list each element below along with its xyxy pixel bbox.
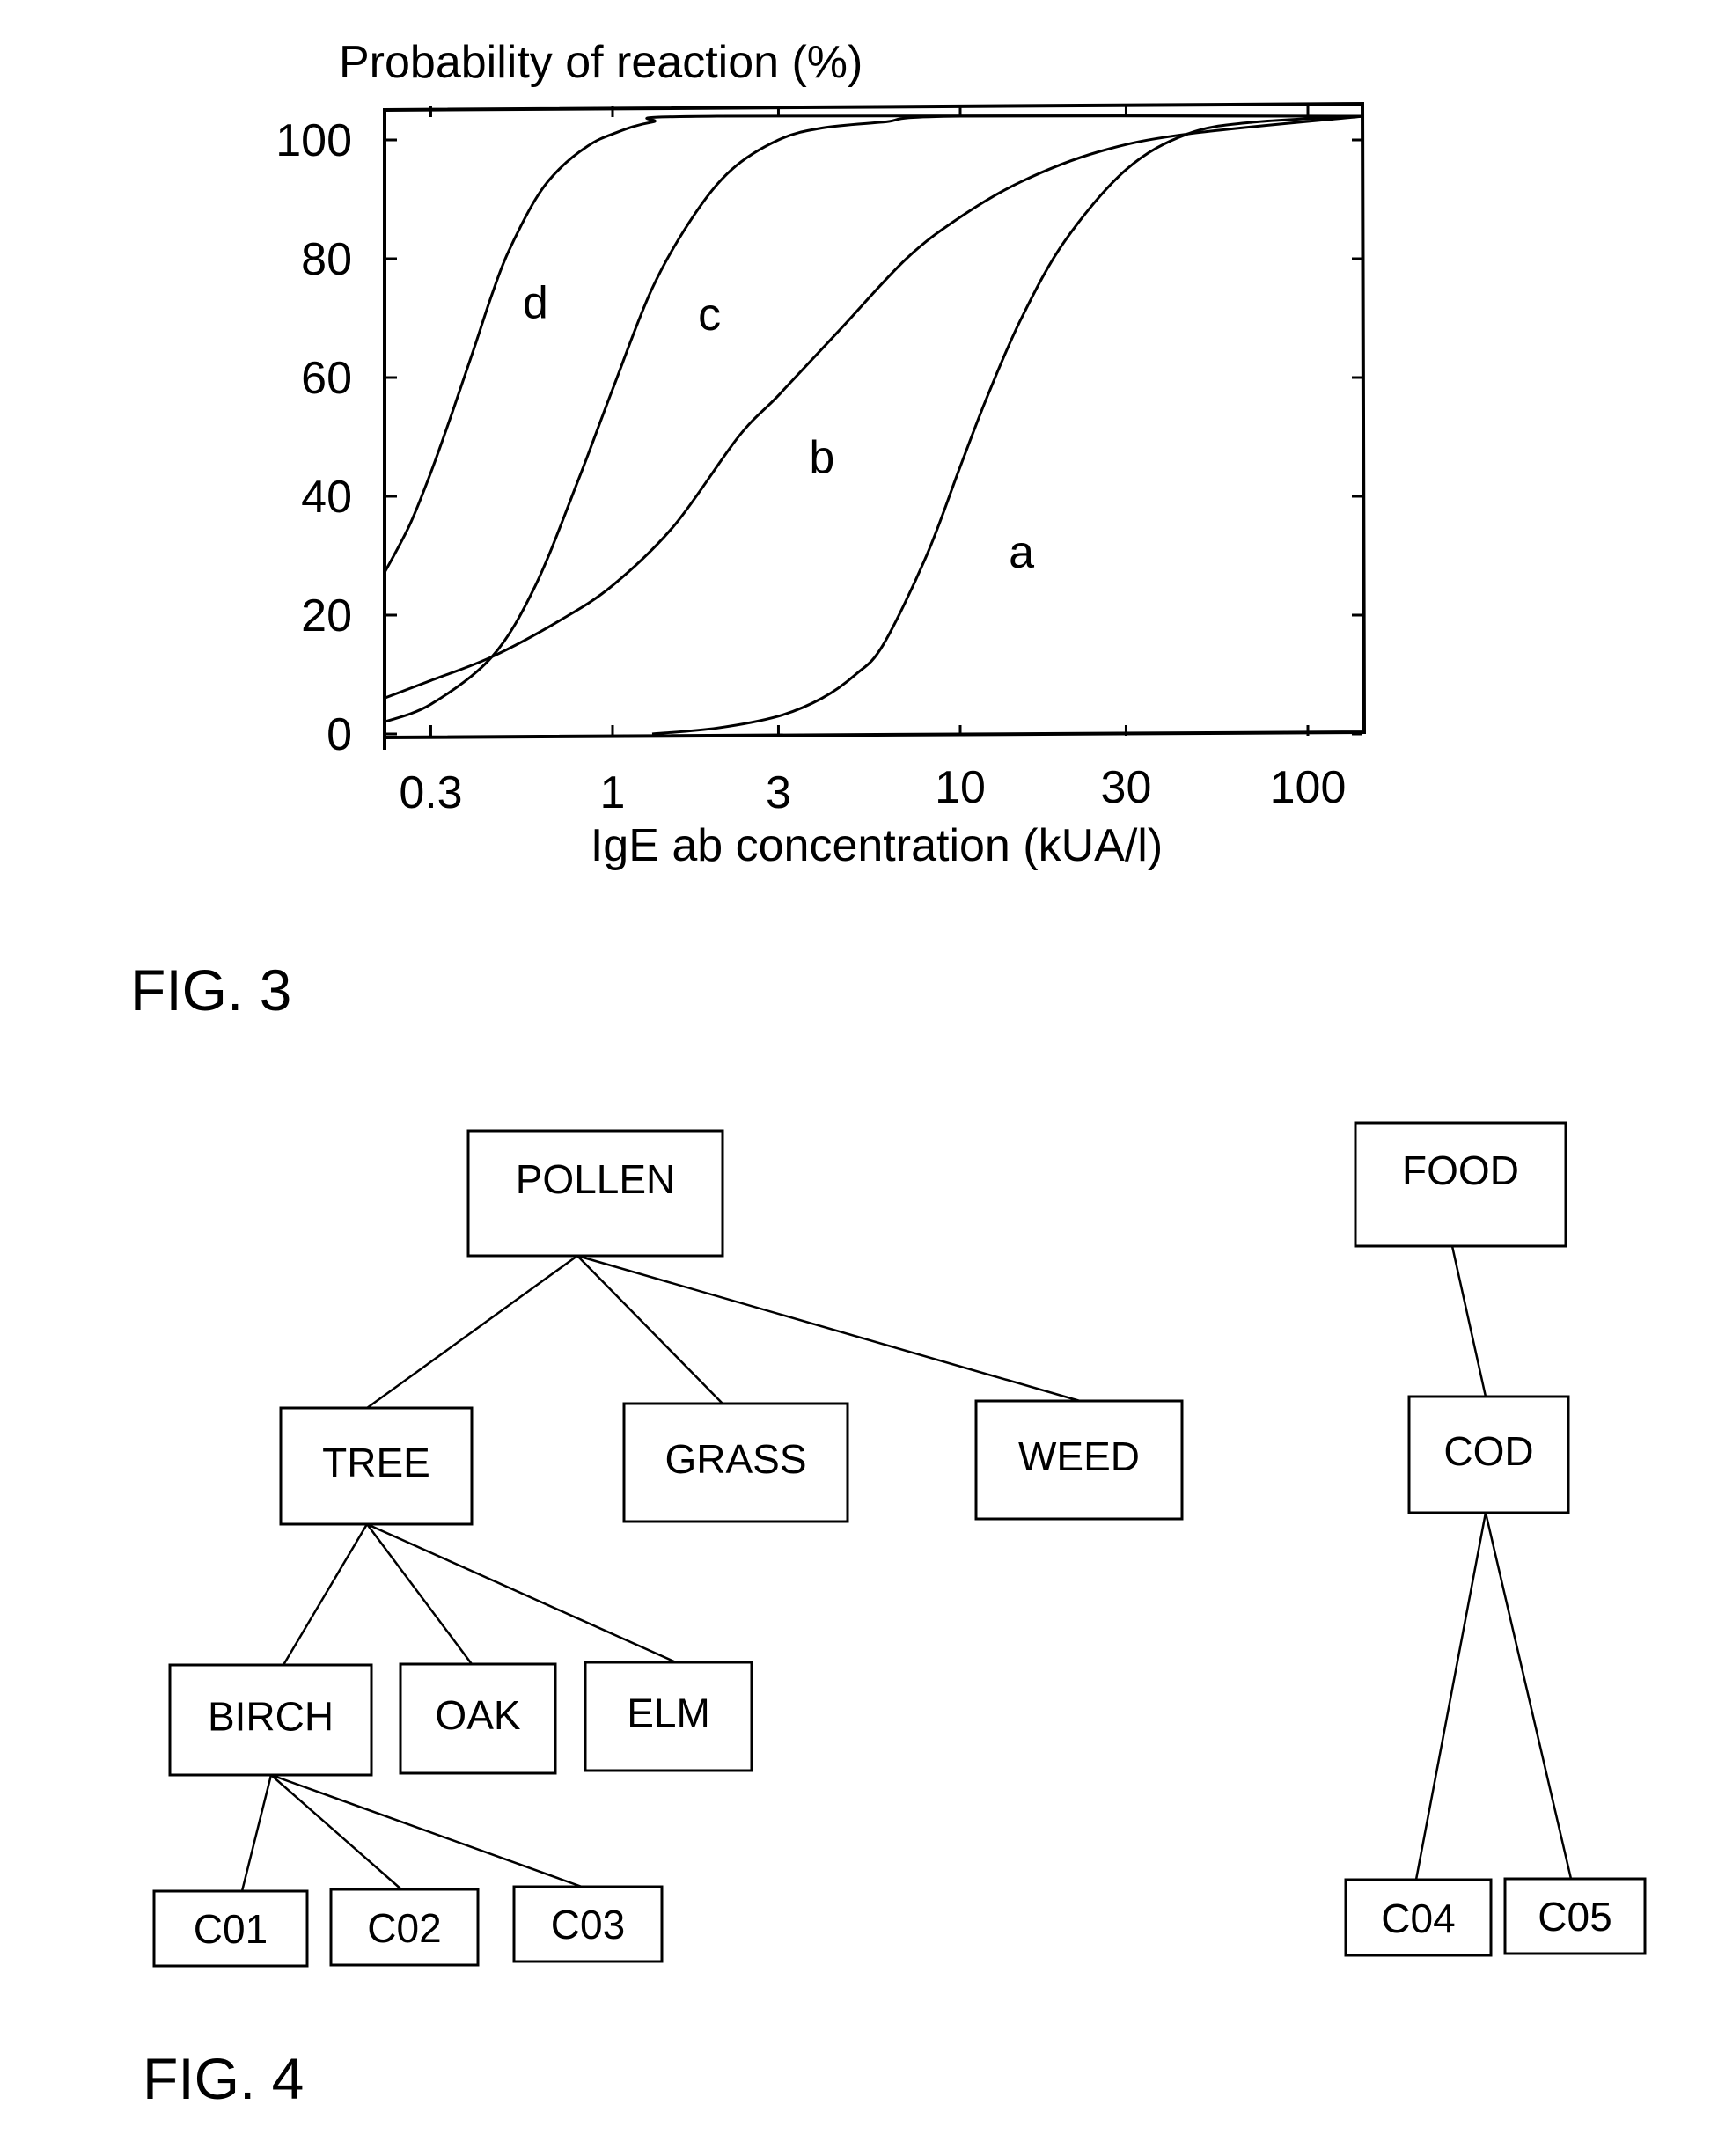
x-tick-label: 0.3	[399, 767, 462, 818]
curve-a	[651, 114, 1364, 736]
node-label: POLLEN	[516, 1156, 676, 1202]
curve-label-d: d	[523, 278, 548, 329]
node-label: C05	[1538, 1894, 1612, 1940]
node-label: COD	[1443, 1428, 1533, 1474]
edge-tree-elm	[366, 1522, 677, 1664]
y-tick-label: 100	[275, 115, 352, 166]
x-axis-ticks: 0.3 1 3 10 30 100	[399, 106, 1346, 818]
edge-tree-oak	[365, 1523, 474, 1665]
node-pollen: POLLEN	[466, 1129, 724, 1258]
x-tick-label: 3	[766, 767, 791, 818]
node-label: BIRCH	[208, 1694, 334, 1740]
node-grass: GRASS	[622, 1402, 849, 1523]
fig4-label: FIG. 4	[143, 2046, 304, 2111]
edge-cod-c05	[1484, 1512, 1573, 1880]
node-label: GRASS	[664, 1436, 806, 1482]
curve-label-c: c	[698, 290, 721, 341]
edge-pollen-weed	[576, 1254, 1081, 1403]
curves	[382, 114, 1364, 736]
edge-birch-c02	[270, 1774, 402, 1890]
node-c01: C01	[152, 1889, 309, 1968]
node-label: C03	[551, 1902, 625, 1947]
node-label: OAK	[435, 1692, 520, 1738]
edge-pollen-grass	[576, 1255, 723, 1404]
fig3-label: FIG. 3	[130, 957, 291, 1023]
curve-b	[383, 114, 1364, 700]
reaction-probability-chart: Probability of reaction (%) 020406080100…	[275, 37, 1367, 871]
y-tick-label: 20	[301, 590, 352, 642]
edge-birch-c01	[240, 1774, 273, 1892]
edge-pollen-tree	[366, 1254, 578, 1410]
node-label: C01	[194, 1906, 268, 1952]
figure-canvas: Probability of reaction (%) 020406080100…	[130, 37, 1647, 2111]
curve-label-a: a	[1009, 527, 1034, 578]
node-c03: C03	[512, 1885, 664, 1963]
node-c05: C05	[1503, 1877, 1647, 1955]
allergen-hierarchy-diagram: POLLEN TREE GRASS WEED BIRCH OAK ELM C01 C02 C03 F…	[152, 1121, 1647, 1968]
node-cod: COD	[1407, 1395, 1570, 1514]
node-c02: C02	[329, 1888, 480, 1967]
y-tick-label: 0	[327, 709, 352, 760]
x-tick-label: 30	[1101, 762, 1152, 813]
edge-birch-c03	[270, 1773, 583, 1888]
diagram-edges	[240, 1245, 1573, 1892]
node-food: FOOD	[1354, 1121, 1567, 1248]
edge-cod-c04	[1414, 1512, 1487, 1881]
node-label: ELM	[627, 1690, 710, 1736]
node-label: FOOD	[1402, 1148, 1519, 1193]
edge-tree-birch	[282, 1523, 369, 1666]
node-label: TREE	[322, 1440, 430, 1485]
diagram-nodes: POLLEN TREE GRASS WEED BIRCH OAK ELM C01 C02 C03 F…	[152, 1121, 1647, 1968]
node-label: C02	[367, 1905, 441, 1951]
x-tick-label: 1	[600, 767, 626, 818]
x-tick-label: 10	[935, 762, 986, 813]
y-tick-label: 40	[301, 472, 352, 523]
node-oak: OAK	[399, 1662, 557, 1775]
x-axis-title: IgE ab concentration (kUA/l)	[591, 820, 1163, 871]
node-elm: ELM	[584, 1661, 753, 1772]
node-label: WEED	[1018, 1434, 1140, 1479]
edge-food-cod	[1450, 1245, 1487, 1397]
y-tick-label: 60	[301, 353, 352, 404]
curve-label-b: b	[809, 432, 834, 483]
chart-title: Probability of reaction (%)	[339, 37, 863, 88]
curve-d	[382, 114, 1364, 575]
y-tick-label: 80	[301, 234, 352, 285]
node-tree: TREE	[279, 1406, 474, 1526]
node-label: C04	[1381, 1896, 1455, 1941]
node-weed: WEED	[974, 1399, 1184, 1521]
node-birch: BIRCH	[168, 1663, 373, 1777]
node-c04: C04	[1344, 1878, 1493, 1957]
x-tick-label: 100	[1270, 762, 1347, 813]
plot-frame	[383, 101, 1367, 740]
